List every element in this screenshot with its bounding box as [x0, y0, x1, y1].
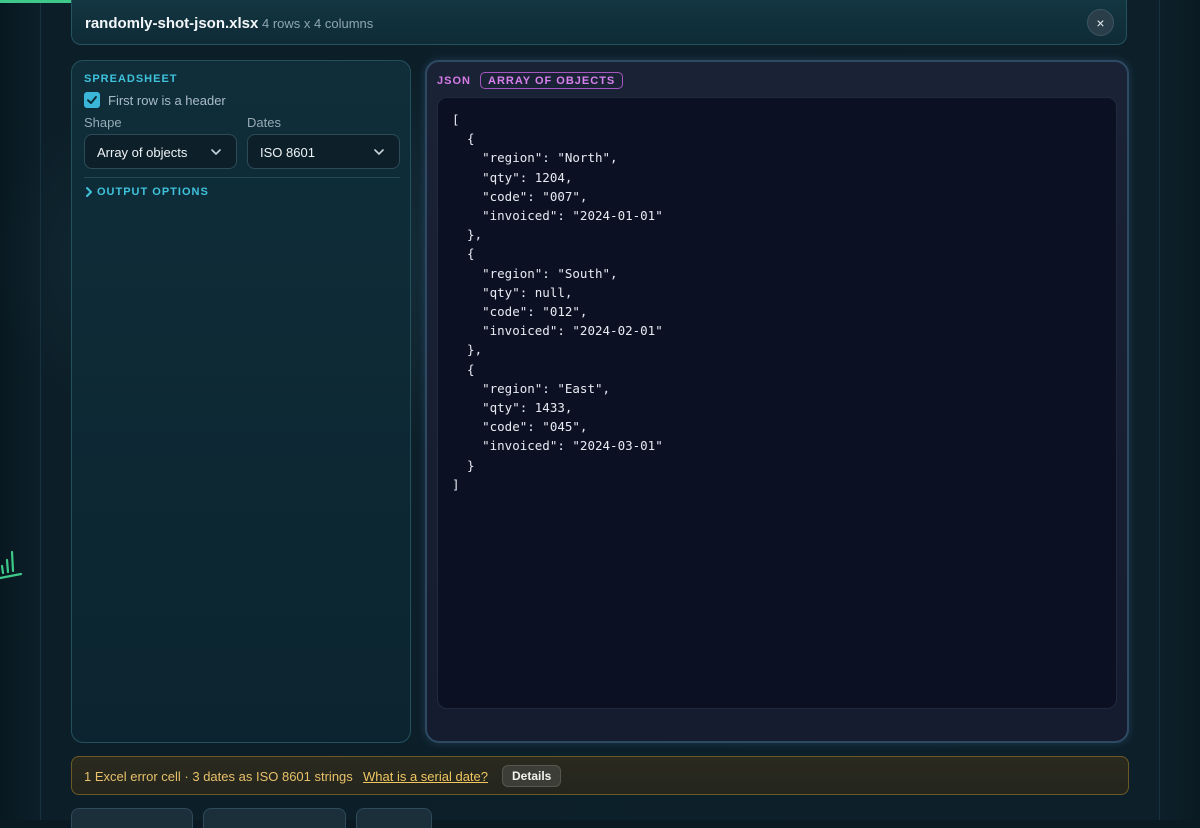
- file-name: randomly-shot-json.xlsx: [85, 15, 259, 32]
- action-button[interactable]: [203, 808, 346, 828]
- layout-guide-left: [40, 0, 41, 820]
- json-output[interactable]: [ { "region": "North", "qty": 1204, "cod…: [437, 97, 1117, 709]
- close-button[interactable]: ×: [1087, 9, 1114, 36]
- action-button[interactable]: [71, 808, 193, 828]
- json-label: JSON: [437, 75, 471, 87]
- dates-select-value: ISO 8601: [260, 145, 315, 160]
- layout-guide-right: [1159, 0, 1160, 820]
- divider: [84, 177, 400, 178]
- file-header: randomly-shot-json.xlsx 4 rows x 4 colum…: [71, 0, 1127, 45]
- shape-label: Shape: [84, 115, 122, 130]
- check-icon: [87, 96, 97, 104]
- progress-indicator: [0, 0, 80, 3]
- chevron-down-icon: [374, 149, 384, 156]
- json-code: [ { "region": "North", "qty": 1204, "cod…: [452, 112, 663, 492]
- spreadsheet-panel: SPREADSHEET First row is a header Shape …: [71, 60, 411, 743]
- details-button[interactable]: Details: [502, 765, 562, 787]
- spreadsheet-section-title: SPREADSHEET: [84, 73, 178, 85]
- shape-badge: ARRAY OF OBJECTS: [480, 72, 624, 89]
- shape-select[interactable]: Array of objects: [84, 134, 237, 169]
- action-button[interactable]: [356, 808, 432, 828]
- output-options-toggle[interactable]: OUTPUT OPTIONS: [84, 186, 209, 198]
- file-meta: 4 rows x 4 columns: [262, 16, 374, 31]
- dates-label: Dates: [247, 115, 281, 130]
- status-bar: 1 Excel error cell · 3 dates as ISO 8601…: [71, 756, 1129, 795]
- chart-logo-icon: [0, 550, 23, 580]
- json-panel: JSON ARRAY OF OBJECTS [ { "region": "Nor…: [425, 60, 1129, 743]
- header-row-checkbox-label[interactable]: First row is a header: [108, 93, 226, 108]
- chevron-down-icon: [211, 149, 221, 156]
- shape-select-value: Array of objects: [97, 145, 188, 160]
- serial-date-help-link[interactable]: What is a serial date?: [363, 769, 488, 784]
- header-row-checkbox[interactable]: [84, 92, 100, 108]
- close-icon: ×: [1096, 14, 1105, 31]
- chevron-right-icon: [86, 187, 92, 197]
- output-options-label: OUTPUT OPTIONS: [97, 186, 209, 198]
- dates-select[interactable]: ISO 8601: [247, 134, 400, 169]
- status-text: 1 Excel error cell · 3 dates as ISO 8601…: [84, 769, 353, 784]
